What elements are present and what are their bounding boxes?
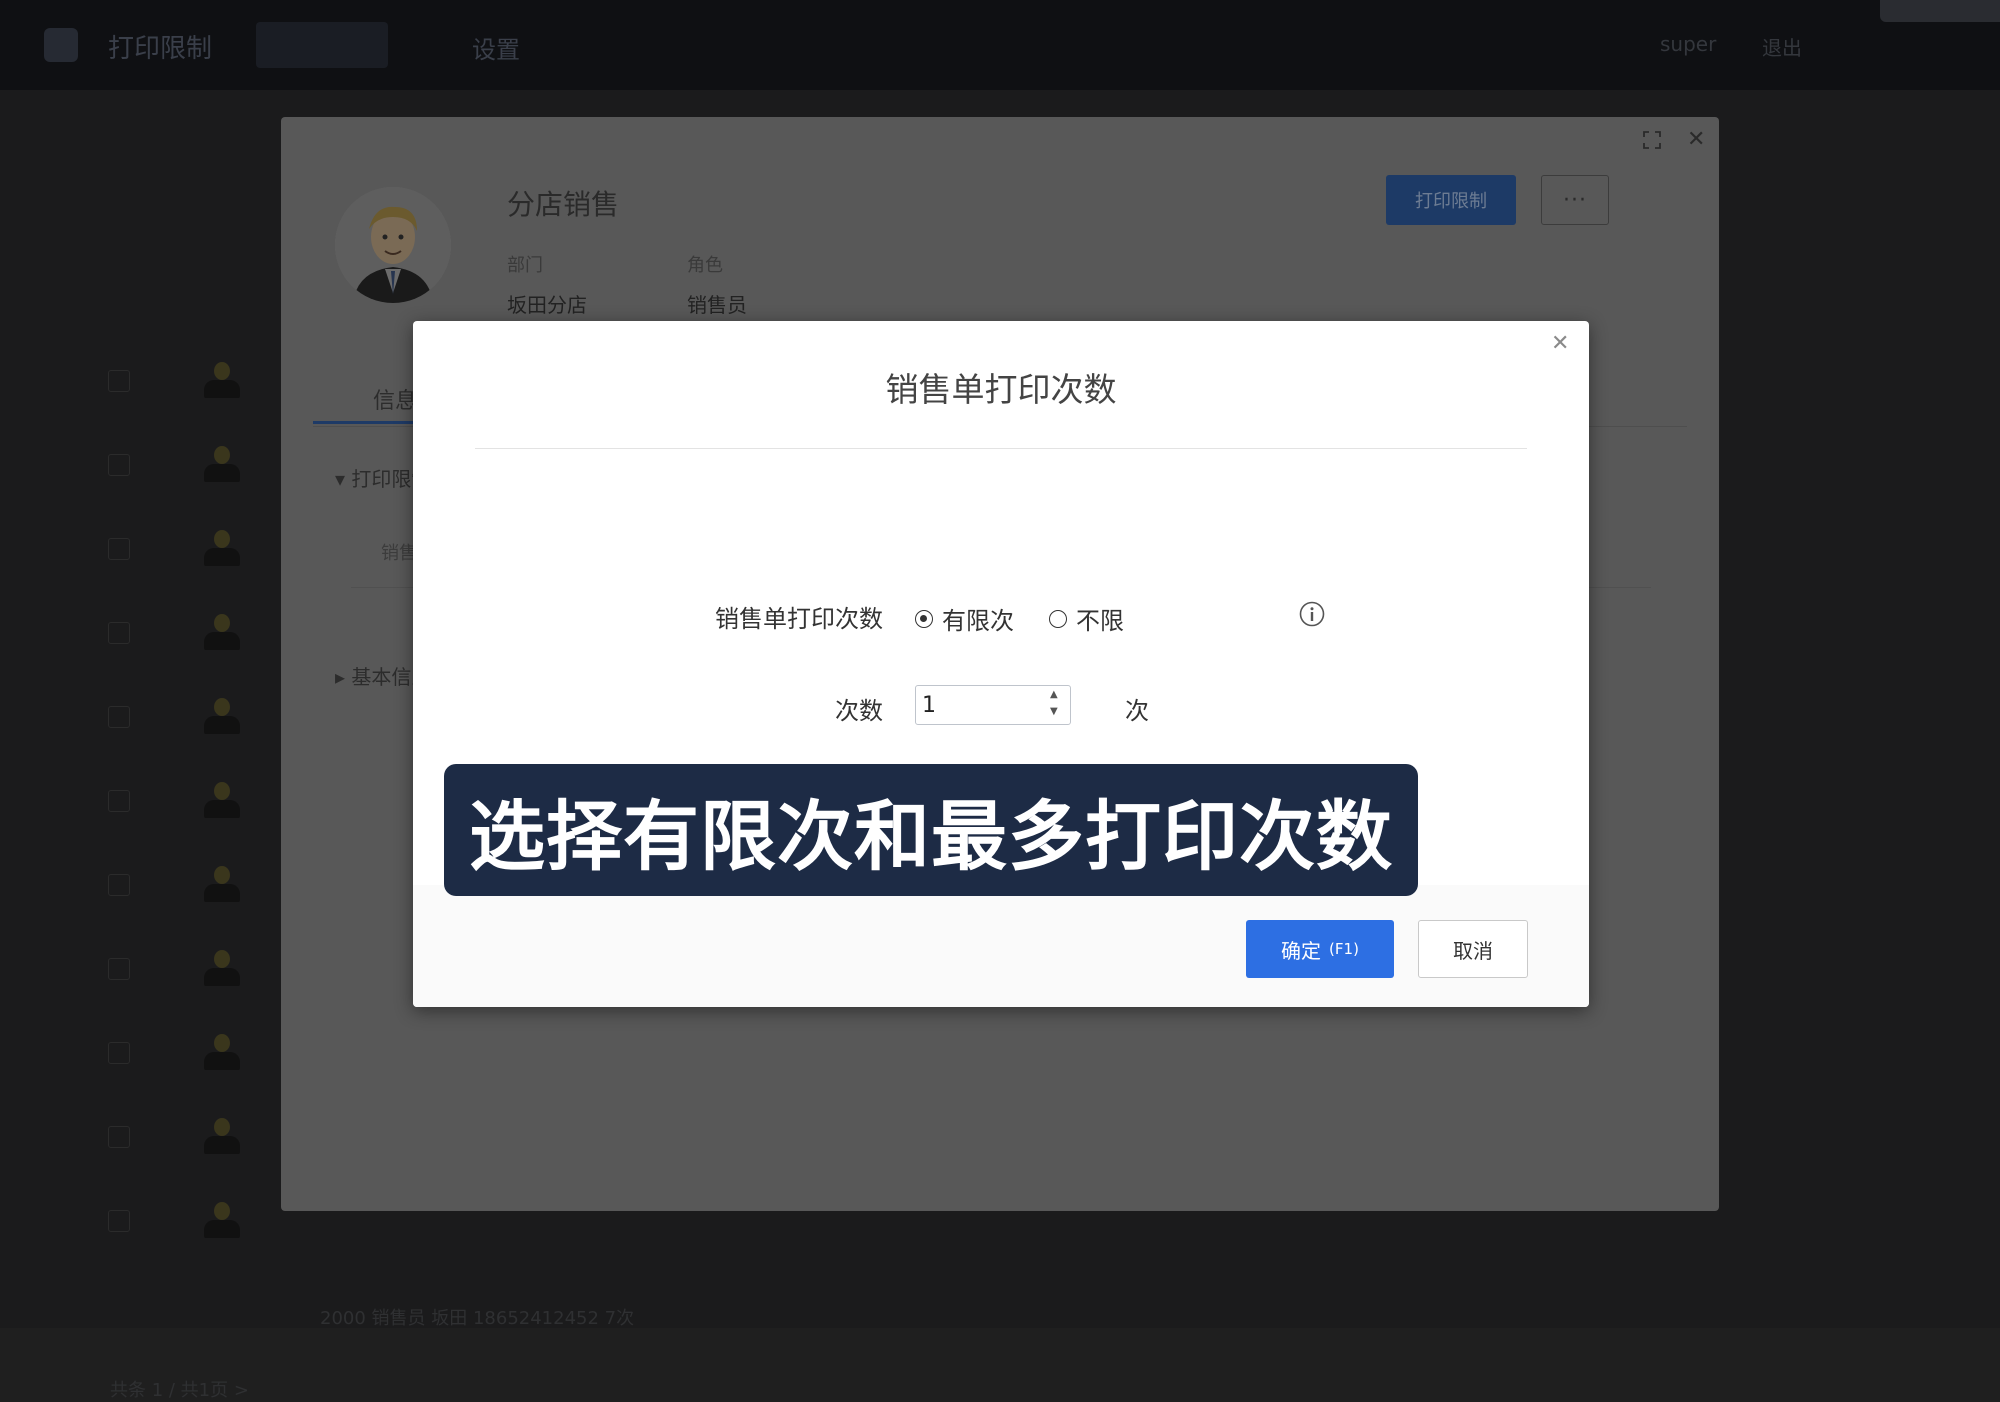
tab-info[interactable]: 信息: [373, 383, 417, 415]
cancel-button[interactable]: 取消: [1418, 920, 1528, 978]
avatar: [200, 612, 244, 656]
table-row[interactable]: [100, 528, 280, 568]
avatar: [200, 528, 244, 572]
top-navigation-bar: 打印限制 设置 super 退出: [0, 0, 2000, 90]
tutorial-caption: 选择有限次和最多打印次数: [444, 764, 1418, 896]
count-stepper[interactable]: ▲ ▼: [915, 685, 1071, 725]
table-row[interactable]: [100, 864, 280, 904]
current-user: super: [1660, 32, 1717, 56]
table-row[interactable]: [100, 948, 280, 988]
confirm-shortcut: (F1): [1329, 940, 1359, 958]
avatar: [200, 948, 244, 992]
employee-avatar: [335, 187, 451, 303]
avatar: [200, 696, 244, 740]
row-checkbox[interactable]: [108, 622, 130, 644]
row-checkbox[interactable]: [108, 538, 130, 560]
dialog-title: 销售单打印次数: [885, 370, 1117, 409]
print-count-dialog: ✕ 销售单打印次数 销售单打印次数 有限次 不限 次数 ▲ ▼ 次 确定 (F1…: [413, 321, 1589, 1007]
table-row[interactable]: [100, 696, 280, 736]
role-label: 角色: [687, 255, 723, 276]
table-row[interactable]: [100, 360, 280, 400]
row-checkbox[interactable]: [108, 958, 130, 980]
row-checkbox[interactable]: [108, 874, 130, 896]
table-row[interactable]: [100, 612, 280, 652]
radio-limited[interactable]: 有限次: [915, 601, 1014, 636]
table-row-text: 2000 销售员 坂田 18652412452 7次: [320, 1308, 635, 1329]
avatar: [200, 1200, 244, 1244]
info-icon[interactable]: [1299, 601, 1325, 627]
avatar: [200, 1116, 244, 1160]
avatar: [200, 780, 244, 824]
dept-label: 部门: [507, 255, 543, 276]
window-controls[interactable]: [1880, 0, 2000, 22]
avatar: [200, 864, 244, 908]
confirm-button[interactable]: 确定 (F1): [1246, 920, 1394, 978]
count-label: 次数: [835, 697, 883, 725]
table-row[interactable]: [100, 780, 280, 820]
avatar: [200, 444, 244, 488]
radio-limited-label: 有限次: [942, 607, 1014, 635]
confirm-button-label: 确定: [1281, 938, 1322, 963]
nav-tab-settings[interactable]: 设置: [472, 30, 520, 65]
spin-up-icon[interactable]: ▲: [1050, 689, 1058, 701]
close-icon[interactable]: ✕: [1551, 333, 1569, 355]
logout-link[interactable]: 退出: [1762, 32, 1802, 61]
close-icon[interactable]: ✕: [1687, 129, 1705, 151]
row-checkbox[interactable]: [108, 1126, 130, 1148]
radio-unlimited[interactable]: 不限: [1049, 601, 1124, 636]
row-checkbox[interactable]: [108, 790, 130, 812]
count-unit: 次: [1125, 697, 1149, 725]
table-row[interactable]: [100, 1200, 280, 1240]
table-row[interactable]: [100, 1032, 280, 1072]
pagination[interactable]: 共条 1 / 共1页 >: [110, 1376, 249, 1402]
radio-checked-icon: [915, 609, 933, 628]
avatar: [200, 1032, 244, 1076]
spin-down-icon[interactable]: ▼: [1050, 706, 1058, 718]
row-checkbox[interactable]: [108, 370, 130, 392]
dialog-footer: [413, 885, 1589, 1007]
nav-tab-employees[interactable]: [256, 22, 388, 68]
dialog-divider: [475, 448, 1527, 449]
row-checkbox[interactable]: [108, 454, 130, 476]
radio-unlimited-label: 不限: [1076, 607, 1124, 635]
row-checkbox[interactable]: [108, 706, 130, 728]
radio-unchecked-icon: [1049, 609, 1067, 628]
avatar: [200, 360, 244, 404]
print-mode-label: 销售单打印次数: [715, 605, 883, 633]
print-limit-button[interactable]: 打印限制: [1386, 175, 1516, 225]
employee-name: 分店销售: [507, 188, 620, 221]
count-input[interactable]: [922, 690, 1032, 720]
expand-icon[interactable]: [1643, 131, 1661, 149]
app-title: 打印限制: [108, 34, 213, 64]
row-checkbox[interactable]: [108, 1042, 130, 1064]
dept-value: 坂田分店: [507, 293, 587, 317]
table-row[interactable]: [100, 1116, 280, 1156]
app-logo: [44, 28, 78, 62]
table-row[interactable]: [100, 444, 280, 484]
role-value: 销售员: [687, 293, 747, 317]
more-button[interactable]: ···: [1541, 175, 1609, 225]
row-checkbox[interactable]: [108, 1210, 130, 1232]
